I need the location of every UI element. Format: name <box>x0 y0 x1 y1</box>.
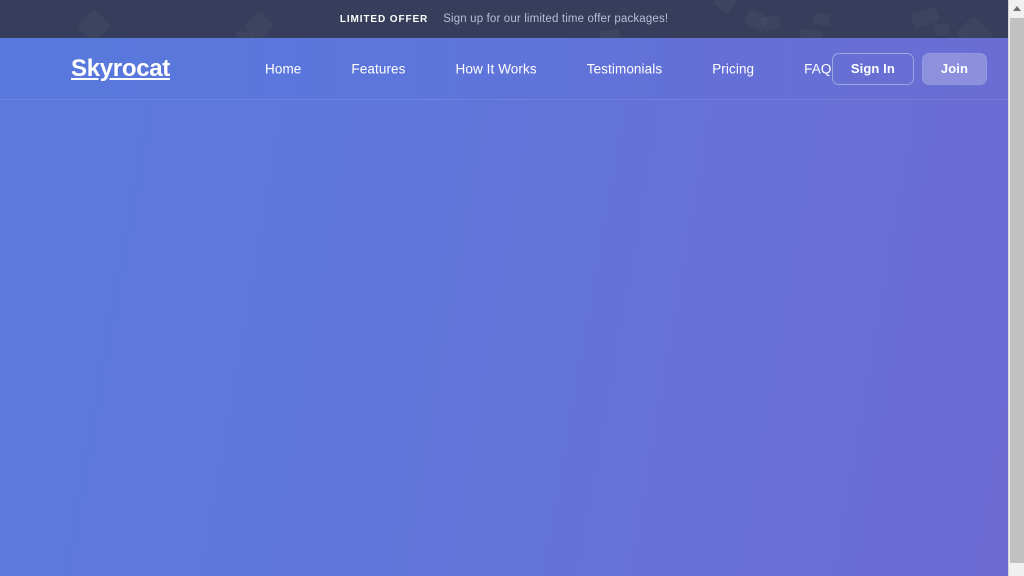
nav-link-testimonials[interactable]: Testimonials <box>562 55 687 82</box>
chevron-up-icon <box>1012 6 1021 11</box>
diamond-shape <box>235 31 255 38</box>
announcement-bar[interactable]: LIMITED OFFER Sign up for our limited ti… <box>0 0 1008 38</box>
diamond-shape <box>599 29 621 38</box>
navbar-actions: Sign In Join <box>831 52 987 85</box>
page-viewport: LIMITED OFFER Sign up for our limited ti… <box>0 0 1008 576</box>
join-button[interactable]: Join <box>921 52 987 85</box>
nav-item-how-it-works: How It Works <box>431 55 562 82</box>
site-logo[interactable]: Skyrocat <box>71 55 170 83</box>
diamond-shape <box>743 8 768 32</box>
diamond-shape <box>77 9 111 38</box>
diamond-shape <box>910 6 939 28</box>
diamond-shape <box>760 14 781 32</box>
diamond-shape <box>813 13 830 26</box>
nav-link-home[interactable]: Home <box>240 55 326 82</box>
diamond-shape <box>713 0 737 14</box>
diamond-shape <box>799 29 822 38</box>
diamond-shape <box>933 22 951 36</box>
diamond-shape <box>955 15 995 38</box>
nav-link-how-it-works[interactable]: How It Works <box>431 55 562 82</box>
sign-in-button[interactable]: Sign In <box>831 52 914 85</box>
main-navbar: Skyrocat Home Features How It Works Test… <box>0 38 1008 100</box>
scrollbar-thumb[interactable] <box>1010 18 1024 563</box>
nav-item-home: Home <box>240 55 326 82</box>
vertical-scrollbar[interactable] <box>1008 0 1024 576</box>
nav-item-features: Features <box>326 55 430 82</box>
nav-link-features[interactable]: Features <box>326 55 430 82</box>
announcement-content: LIMITED OFFER Sign up for our limited ti… <box>340 13 668 25</box>
primary-navigation: Home Features How It Works Testimonials … <box>240 55 856 82</box>
scroll-up-arrow-icon[interactable] <box>1009 0 1024 17</box>
announcement-message[interactable]: Sign up for our limited time offer packa… <box>443 13 668 25</box>
nav-item-testimonials: Testimonials <box>562 55 687 82</box>
limited-offer-badge: LIMITED OFFER <box>339 13 429 25</box>
hero-section <box>0 100 1008 576</box>
nav-item-pricing: Pricing <box>687 55 779 82</box>
nav-link-pricing[interactable]: Pricing <box>687 55 779 82</box>
diamond-shape <box>243 10 274 38</box>
